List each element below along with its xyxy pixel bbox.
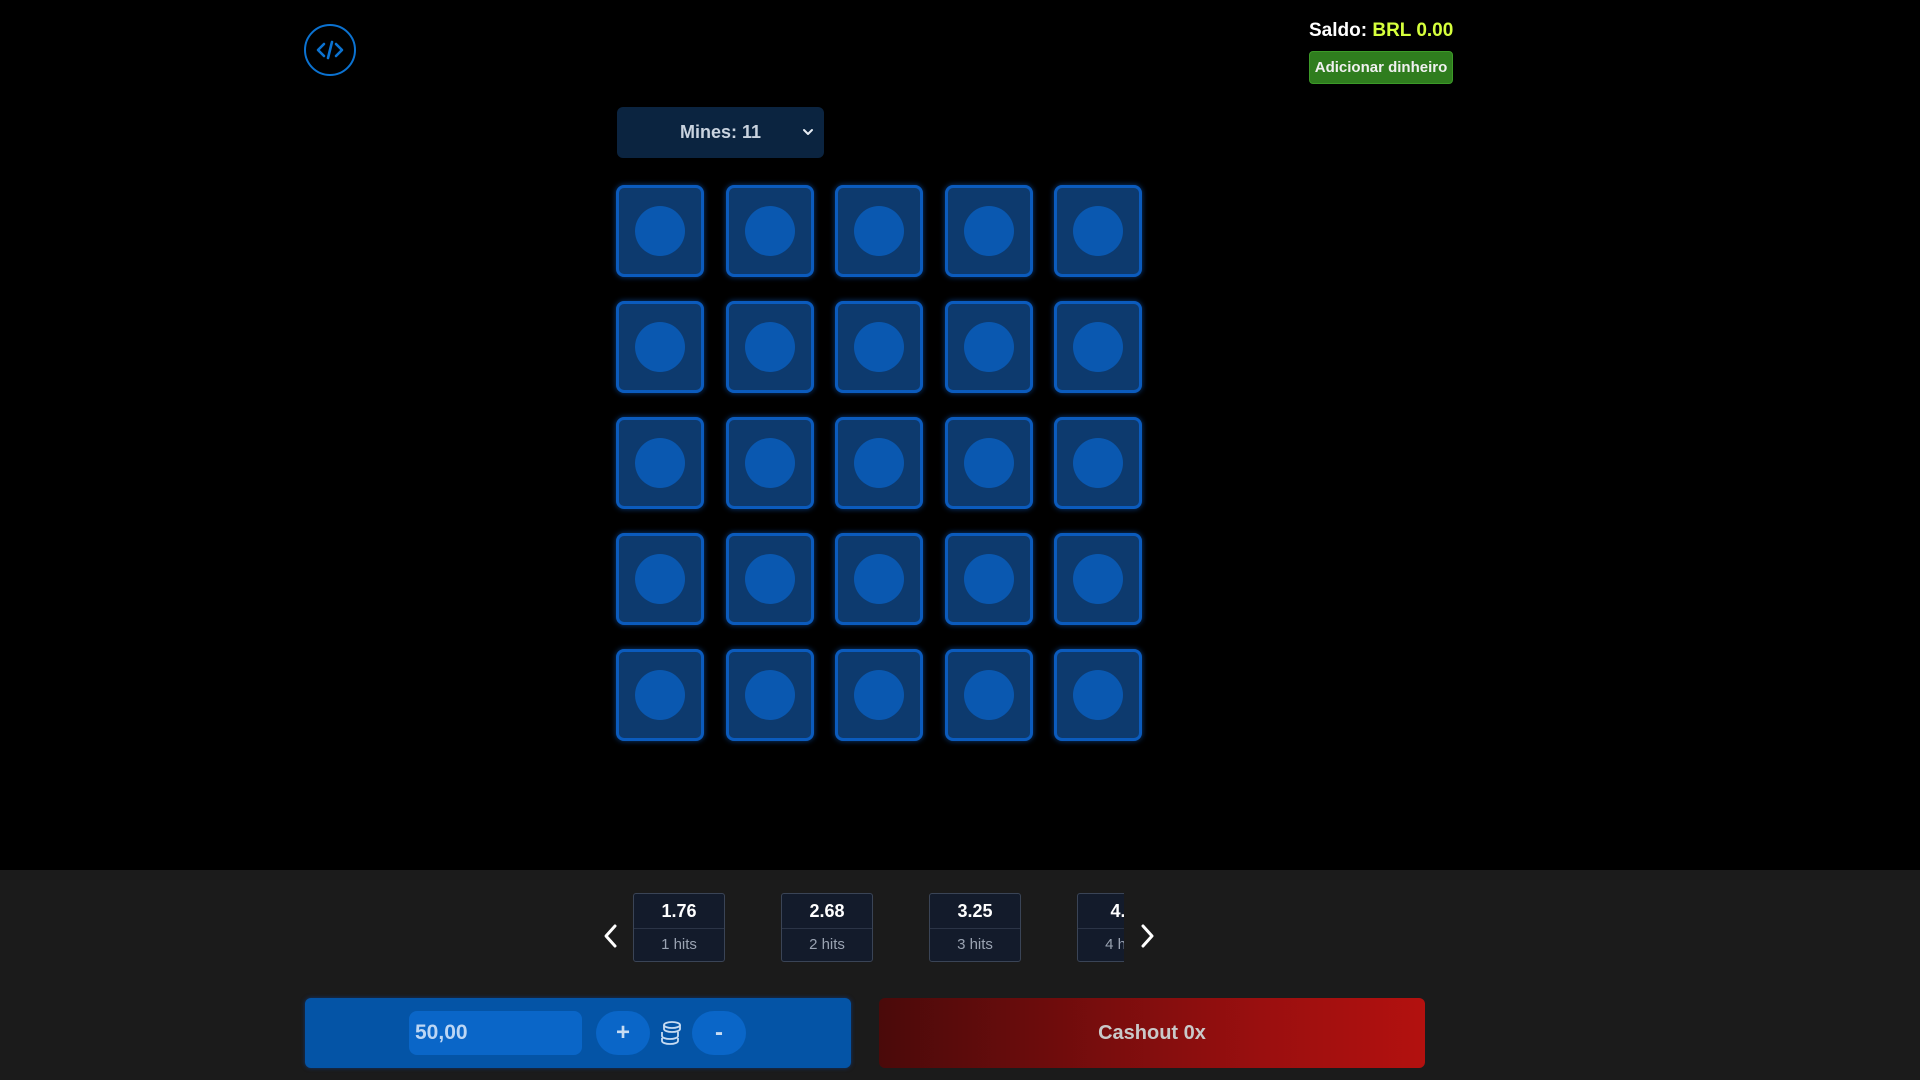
cashout-button[interactable]: Cashout 0x [879,998,1425,1068]
multiplier-card: 2.68 2 hits [781,893,873,962]
mine-tile[interactable] [616,417,704,509]
tile-gem-placeholder [635,670,685,720]
balance-display: Saldo: BRL 0.00 [1309,20,1453,42]
tile-gem-placeholder [854,206,904,256]
mine-tile[interactable] [835,417,923,509]
mines-select-value: Mines: 11 [679,122,762,142]
mine-tile[interactable] [1054,185,1142,277]
tile-gem-placeholder [635,206,685,256]
chevron-right-icon[interactable] [1133,920,1161,952]
mine-tile[interactable] [616,649,704,741]
tile-gem-placeholder [745,554,795,604]
mines-select[interactable]: Mines: 11 [617,107,824,158]
mine-tile[interactable] [1054,301,1142,393]
mine-tile[interactable] [616,185,704,277]
tile-gem-placeholder [854,322,904,372]
mine-tile[interactable] [945,417,1033,509]
mine-tile[interactable] [945,533,1033,625]
multiplier-card: 1.76 1 hits [633,893,725,962]
increase-bet-button[interactable]: + [596,1011,650,1055]
mine-tile[interactable] [726,301,814,393]
multiplier-card: 4.5 4 hits [1077,893,1124,962]
decrease-bet-button[interactable]: - [692,1011,746,1055]
tile-gem-placeholder [635,554,685,604]
tile-gem-placeholder [854,670,904,720]
balance-label: Saldo: [1309,20,1368,41]
tile-gem-placeholder [635,438,685,488]
tile-gem-placeholder [745,206,795,256]
tile-gem-placeholder [635,322,685,372]
mine-tile[interactable] [726,417,814,509]
tile-gem-placeholder [745,322,795,372]
mine-tile[interactable] [1054,649,1142,741]
tile-gem-placeholder [1073,670,1123,720]
mine-tile[interactable] [616,533,704,625]
multiplier-carousel: 1.76 1 hits 2.68 2 hits 3.25 3 hits 4.5 4 hits [632,893,1124,963]
mine-tile[interactable] [945,185,1033,277]
chevron-left-icon[interactable] [597,920,625,952]
multiplier-value: 2.68 [809,901,845,921]
multiplier-hits: 4 hits [1078,928,1124,961]
mine-tile[interactable] [726,533,814,625]
tile-gem-placeholder [854,554,904,604]
tile-gem-placeholder [1073,438,1123,488]
mine-tile[interactable] [835,185,923,277]
mine-tile[interactable] [835,533,923,625]
tile-gem-placeholder [964,554,1014,604]
bet-panel: 50,00 + - [305,998,851,1068]
tile-gem-placeholder [964,438,1014,488]
multiplier-value: 1.76 [661,901,697,921]
mine-tile[interactable] [835,301,923,393]
tile-gem-placeholder [964,322,1014,372]
mine-tile[interactable] [1054,417,1142,509]
mine-tile[interactable] [945,649,1033,741]
code-logo-icon[interactable] [304,24,356,76]
bet-amount-input[interactable]: 50,00 [409,1011,582,1055]
multiplier-value: 4.5 [1110,901,1124,921]
tile-gem-placeholder [745,438,795,488]
multiplier-hits: 1 hits [634,928,724,961]
mine-tile[interactable] [726,185,814,277]
multiplier-card: 3.25 3 hits [929,893,1021,962]
mine-tile[interactable] [945,301,1033,393]
tile-gem-placeholder [1073,206,1123,256]
multiplier-hits: 2 hits [782,928,872,961]
coins-icon [661,1021,681,1045]
mine-tile[interactable] [726,649,814,741]
add-money-button[interactable]: Adicionar dinheiro [1309,51,1453,84]
chevron-down-icon [803,129,813,135]
tile-gem-placeholder [745,670,795,720]
multiplier-value: 3.25 [957,901,993,921]
tile-gem-placeholder [964,670,1014,720]
balance-value: BRL 0.00 [1372,20,1454,41]
tile-gem-placeholder [1073,554,1123,604]
mine-tile[interactable] [616,301,704,393]
multiplier-hits: 3 hits [930,928,1020,961]
mines-board [616,185,1142,741]
mine-tile[interactable] [1054,533,1142,625]
tile-gem-placeholder [964,206,1014,256]
tile-gem-placeholder [854,438,904,488]
mine-tile[interactable] [835,649,923,741]
tile-gem-placeholder [1073,322,1123,372]
